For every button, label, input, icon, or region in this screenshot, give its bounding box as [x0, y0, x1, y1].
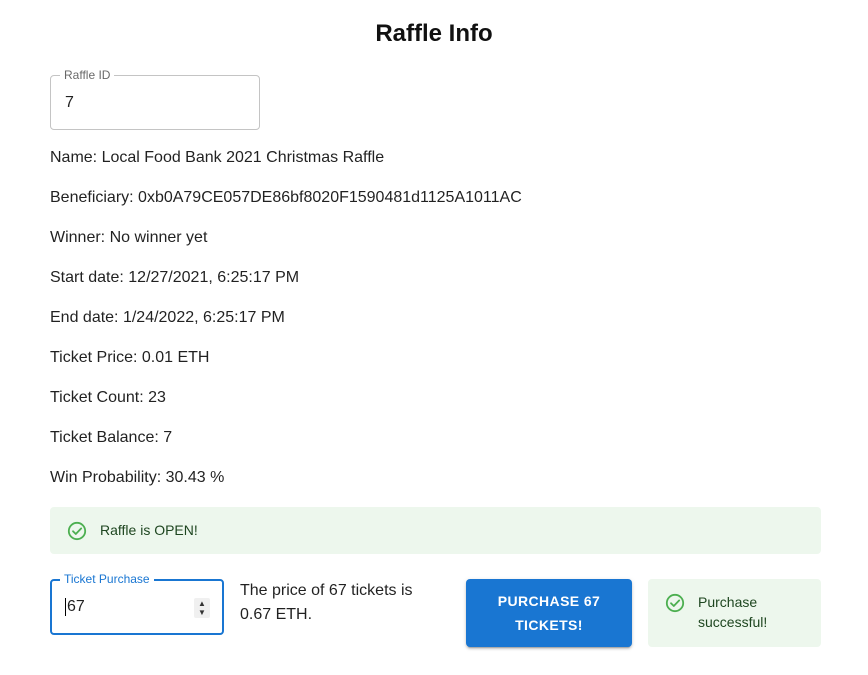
increment-icon[interactable]: ▲	[198, 599, 206, 608]
raffle-ticket-price: Ticket Price: 0.01 ETH	[50, 349, 210, 366]
decrement-icon[interactable]: ▼	[198, 608, 206, 617]
raffle-ticket-balance: Ticket Balance: 7	[50, 429, 173, 446]
number-spinner[interactable]: ▲ ▼	[194, 598, 210, 618]
check-circle-outline-icon	[67, 521, 87, 544]
raffle-winner: Winner: No winner yet	[50, 229, 208, 246]
raffle-id-field[interactable]: Raffle ID 7	[50, 68, 260, 130]
raffle-status-text: Raffle is OPEN!	[100, 522, 198, 538]
raffle-status-alert: Raffle is OPEN!	[50, 507, 821, 554]
raffle-beneficiary: Beneficiary: 0xb0A79CE057DE86bf8020F1590…	[50, 189, 522, 206]
raffle-name: Name: Local Food Bank 2021 Christmas Raf…	[50, 149, 385, 166]
purchase-success-text: Purchase successful!	[698, 594, 768, 630]
raffle-ticket-count: Ticket Count: 23	[50, 389, 166, 406]
raffle-win-probability: Win Probability: 30.43 %	[50, 469, 225, 486]
purchase-tickets-button[interactable]: PURCHASE 67 TICKETS!	[466, 579, 632, 647]
text-caret	[65, 598, 66, 616]
raffle-id-value[interactable]: 7	[65, 76, 74, 129]
purchase-success-alert: Purchase successful!	[648, 579, 821, 647]
raffle-start-date: Start date: 12/27/2021, 6:25:17 PM	[50, 269, 300, 286]
purchase-price-note: The price of 67 tickets is 0.67 ETH.	[240, 582, 413, 623]
raffle-end-date: End date: 1/24/2022, 6:25:17 PM	[50, 309, 285, 326]
check-circle-outline-icon	[665, 593, 685, 616]
ticket-purchase-value: 67	[67, 598, 85, 615]
ticket-purchase-input[interactable]: 67	[65, 581, 85, 633]
page-title: Raffle Info	[375, 20, 493, 47]
ticket-purchase-field[interactable]: Ticket Purchase 67 ▲ ▼	[50, 572, 224, 635]
